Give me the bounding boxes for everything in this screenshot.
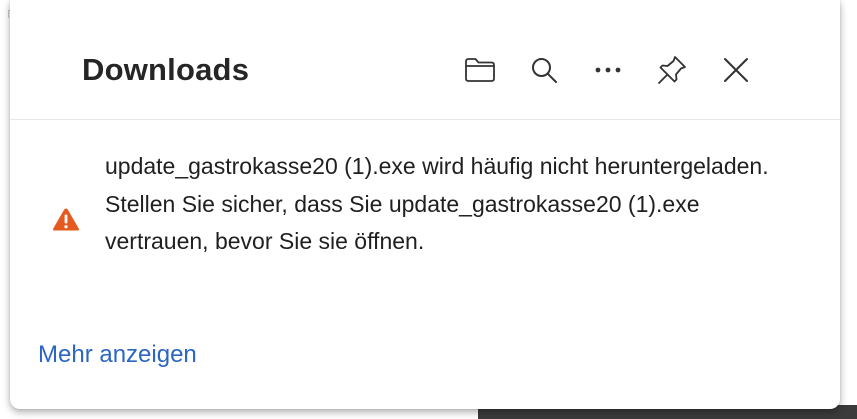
warning-triangle-icon — [53, 208, 79, 231]
panel-toolbar — [458, 48, 758, 92]
more-options-icon — [595, 67, 621, 73]
search-button[interactable] — [522, 48, 566, 92]
more-options-button[interactable] — [586, 48, 630, 92]
close-icon — [724, 58, 748, 82]
panel-title: Downloads — [82, 52, 250, 87]
open-folder-button[interactable] — [458, 48, 502, 92]
folder-icon — [465, 58, 495, 82]
pin-button[interactable] — [650, 48, 694, 92]
search-icon — [532, 58, 557, 83]
warning-message: update_gastrokasse20 (1).exe wird häufig… — [105, 153, 769, 254]
close-button[interactable] — [714, 48, 758, 92]
downloads-panel: Downloads update_gastrokasse20 (1).exe w… — [10, 0, 840, 409]
panel-header: Downloads — [10, 0, 840, 120]
show-more-link[interactable]: Mehr anzeigen — [38, 340, 197, 370]
pin-icon — [658, 56, 686, 84]
